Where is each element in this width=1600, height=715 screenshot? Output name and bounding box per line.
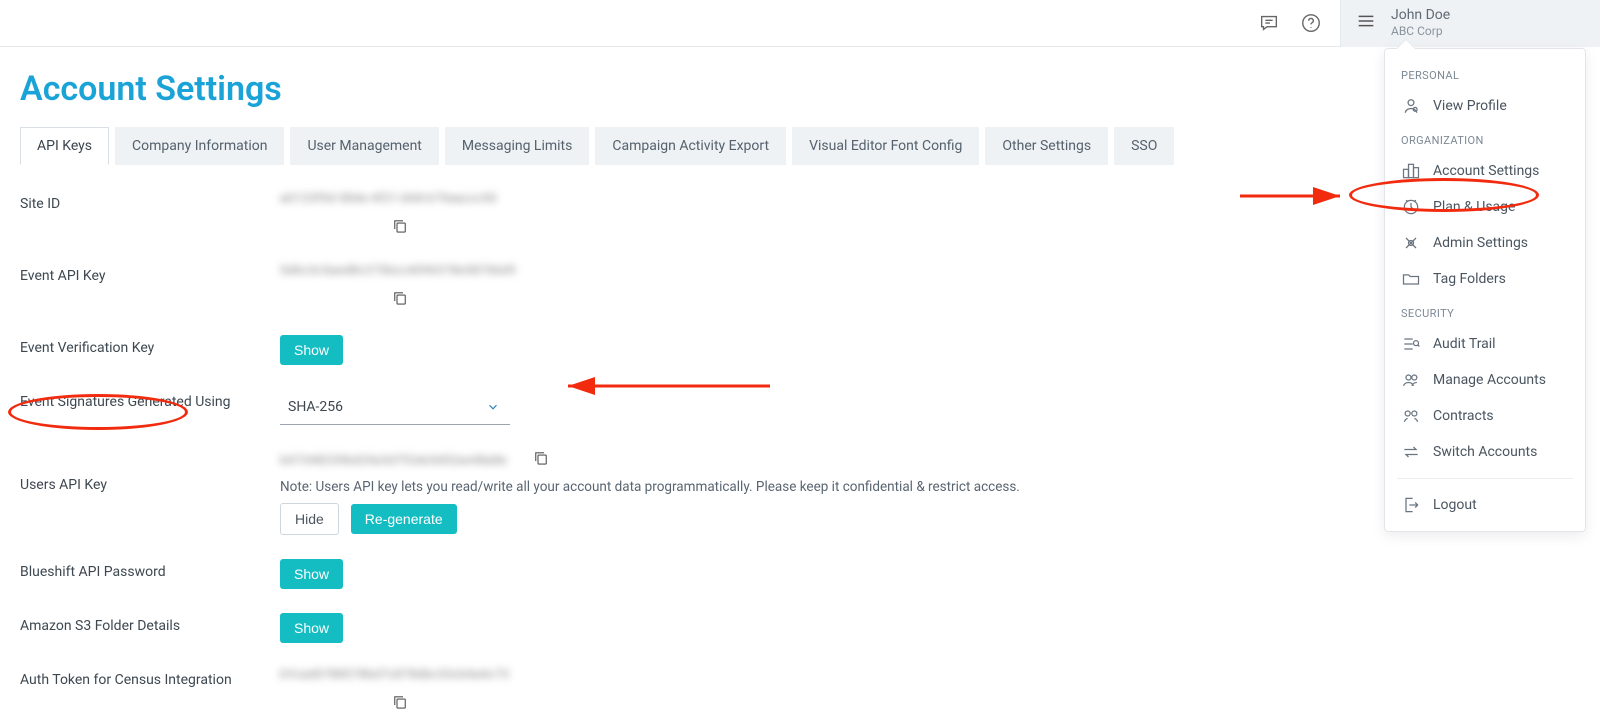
chat-icon[interactable] bbox=[1258, 12, 1280, 34]
page-title: Account Settings bbox=[20, 69, 1600, 109]
value-users-api: b47348239bd25e3d7f2de3d52ee48a8e bbox=[280, 453, 520, 467]
show-button[interactable]: Show bbox=[280, 335, 343, 365]
row-s3: Amazon S3 Folder Details Show bbox=[20, 613, 1600, 643]
dd-contracts-label: Contracts bbox=[1433, 408, 1494, 424]
dd-tag-folders-label: Tag Folders bbox=[1433, 271, 1506, 287]
tab-campaign-export[interactable]: Campaign Activity Export bbox=[595, 127, 786, 165]
dd-account-settings-label: Account Settings bbox=[1433, 163, 1539, 179]
dd-plan-usage-label: Plan & Usage bbox=[1433, 199, 1515, 215]
topbar: John Doe ABC Corp bbox=[0, 0, 1600, 47]
tab-user-mgmt[interactable]: User Management bbox=[290, 127, 438, 165]
dd-audit-trail[interactable]: Audit Trail bbox=[1385, 326, 1585, 362]
dd-admin-settings-label: Admin Settings bbox=[1433, 235, 1528, 251]
value-event-api: 5d6c3c5aed8c275bcc4096378e58766d9 bbox=[280, 263, 520, 277]
dd-logout-label: Logout bbox=[1433, 497, 1477, 513]
row-auth-token: Auth Token for Census Integration bYcad0… bbox=[20, 667, 1600, 715]
help-icon[interactable] bbox=[1300, 12, 1322, 34]
value-site-id: a0123f9d-584e-4f21-bh8-k79aaccc50 bbox=[280, 191, 520, 205]
user-org: ABC Corp bbox=[1391, 24, 1450, 38]
tab-api-keys[interactable]: API Keys bbox=[20, 127, 109, 165]
chevron-down-icon bbox=[486, 400, 500, 414]
hamburger-icon bbox=[1355, 10, 1377, 36]
dd-admin-settings[interactable]: Admin Settings bbox=[1385, 225, 1585, 261]
label-auth-token: Auth Token for Census Integration bbox=[20, 667, 280, 688]
label-s3: Amazon S3 Folder Details bbox=[20, 613, 280, 634]
show-button[interactable]: Show bbox=[280, 559, 343, 589]
row-event-sig: Event Signatures Generated Using SHA-256 bbox=[20, 389, 1600, 425]
dd-section-org: ORGANIZATION bbox=[1385, 124, 1585, 153]
user-dropdown: PERSONAL View Profile ORGANIZATION Accou… bbox=[1384, 48, 1586, 532]
user-name: John Doe bbox=[1391, 7, 1450, 24]
dd-tag-folders[interactable]: Tag Folders bbox=[1385, 261, 1585, 297]
topbar-icons bbox=[1258, 12, 1340, 34]
dd-section-security: SECURITY bbox=[1385, 297, 1585, 326]
signature-algo-select[interactable]: SHA-256 bbox=[280, 389, 510, 425]
users-api-note: Note: Users API key lets you read/write … bbox=[280, 479, 1020, 495]
copy-icon[interactable] bbox=[391, 693, 409, 715]
copy-icon[interactable] bbox=[532, 449, 550, 471]
tab-other[interactable]: Other Settings bbox=[985, 127, 1108, 165]
label-event-sig: Event Signatures Generated Using bbox=[20, 389, 280, 410]
dd-section-personal: PERSONAL bbox=[1385, 59, 1585, 88]
dd-plan-usage[interactable]: Plan & Usage bbox=[1385, 189, 1585, 225]
tab-messaging[interactable]: Messaging Limits bbox=[445, 127, 589, 165]
hide-button[interactable]: Hide bbox=[280, 503, 339, 535]
dd-divider bbox=[1397, 478, 1573, 479]
tabs: API Keys Company Information User Manage… bbox=[20, 127, 1600, 165]
dd-view-profile[interactable]: View Profile bbox=[1385, 88, 1585, 124]
tab-company-info[interactable]: Company Information bbox=[115, 127, 284, 165]
row-site-id: Site ID a0123f9d-584e-4f21-bh8-k79aaccc5… bbox=[20, 191, 1600, 239]
dd-switch-accounts[interactable]: Switch Accounts bbox=[1385, 434, 1585, 470]
label-event-api: Event API Key bbox=[20, 263, 280, 284]
row-blueshift-pw: Blueshift API Password Show bbox=[20, 559, 1600, 589]
row-users-api: Users API Key b47348239bd25e3d7f2de3d52e… bbox=[20, 449, 1600, 535]
label-event-verif: Event Verification Key bbox=[20, 335, 280, 356]
dd-view-profile-label: View Profile bbox=[1433, 98, 1507, 114]
label-site-id: Site ID bbox=[20, 191, 280, 212]
page-content: Account Settings API Keys Company Inform… bbox=[0, 47, 1600, 715]
user-menu-trigger[interactable]: John Doe ABC Corp bbox=[1340, 0, 1600, 47]
dd-logout[interactable]: Logout bbox=[1385, 487, 1585, 523]
tab-visual-editor[interactable]: Visual Editor Font Config bbox=[792, 127, 979, 165]
dd-manage-accounts-label: Manage Accounts bbox=[1433, 372, 1546, 388]
label-users-api: Users API Key bbox=[20, 449, 280, 493]
tab-sso[interactable]: SSO bbox=[1114, 127, 1174, 165]
user-text: John Doe ABC Corp bbox=[1391, 7, 1450, 38]
dd-manage-accounts[interactable]: Manage Accounts bbox=[1385, 362, 1585, 398]
dd-audit-trail-label: Audit Trail bbox=[1433, 336, 1496, 352]
dd-contracts[interactable]: Contracts bbox=[1385, 398, 1585, 434]
dd-account-settings[interactable]: Account Settings bbox=[1385, 153, 1585, 189]
value-auth-token: bYcad0788578bd7c878dbc33cb4a4c73 bbox=[280, 667, 520, 681]
signature-algo-value: SHA-256 bbox=[288, 399, 343, 415]
regenerate-button[interactable]: Re-generate bbox=[351, 504, 457, 534]
show-button[interactable]: Show bbox=[280, 613, 343, 643]
dd-switch-accounts-label: Switch Accounts bbox=[1433, 444, 1537, 460]
row-event-verif: Event Verification Key Show bbox=[20, 335, 1600, 365]
copy-icon[interactable] bbox=[391, 217, 409, 239]
label-blueshift-pw: Blueshift API Password bbox=[20, 559, 280, 580]
row-event-api: Event API Key 5d6c3c5aed8c275bcc4096378e… bbox=[20, 263, 1600, 311]
copy-icon[interactable] bbox=[391, 289, 409, 311]
